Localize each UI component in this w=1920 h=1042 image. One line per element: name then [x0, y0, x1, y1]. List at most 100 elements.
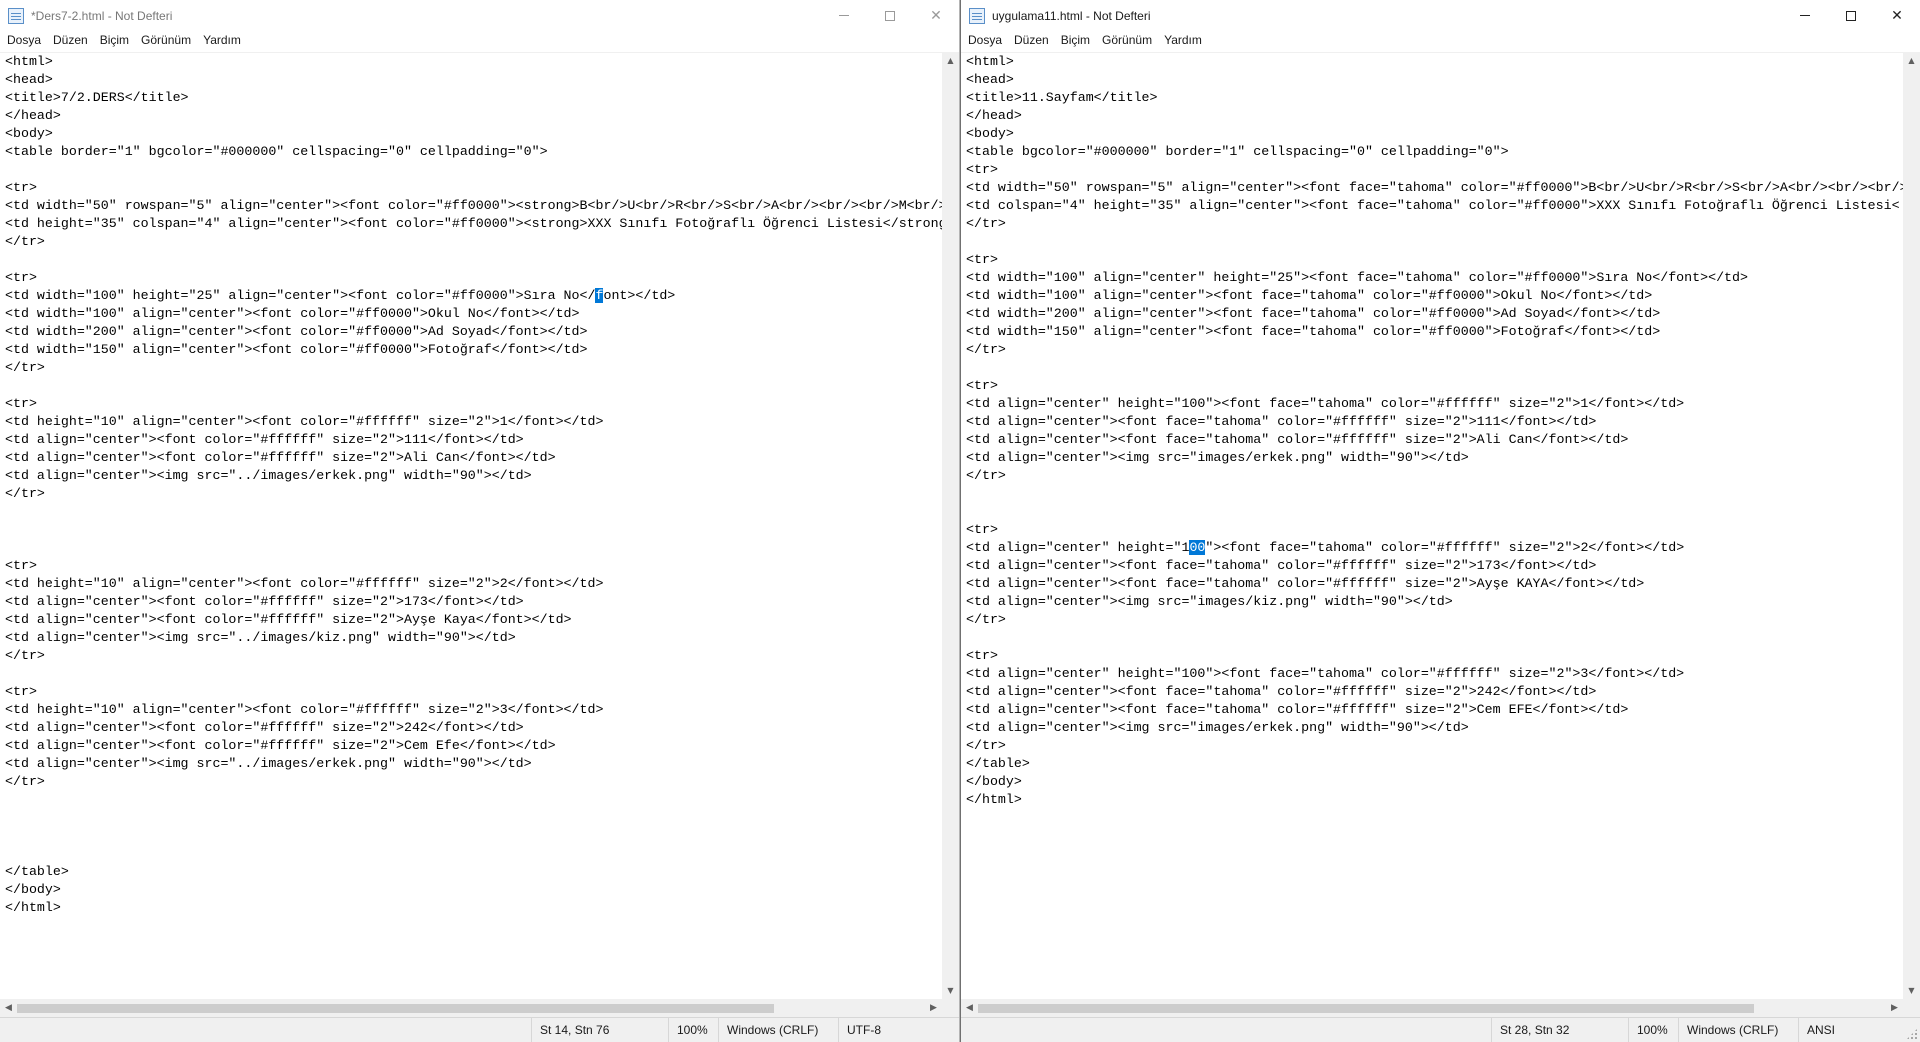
menu-file[interactable]: Dosya — [962, 31, 1008, 50]
menu-help[interactable]: Yardım — [1158, 31, 1208, 50]
text-editor[interactable]: <html> <head> <title>11.Sayfam</title> </he… — [961, 52, 1903, 999]
text-selection[interactable]: 00 — [1189, 540, 1206, 555]
editor-line[interactable]: <td align="center"><font color="#ffffff"… — [5, 611, 942, 629]
editor-line[interactable]: <td height="35" colspan="4" align="cente… — [5, 215, 942, 233]
editor-line[interactable]: <tr> — [5, 269, 942, 287]
menu-view[interactable]: Görünüm — [135, 31, 197, 50]
editor-line[interactable]: <tr> — [5, 557, 942, 575]
editor-line[interactable]: <td width="50" rowspan="5" align="center… — [5, 197, 942, 215]
minimize-button[interactable] — [821, 0, 867, 31]
editor-line[interactable]: <td align="center"><img src="images/erke… — [966, 719, 1903, 737]
editor-line[interactable]: <td width="50" rowspan="5" align="center… — [966, 179, 1903, 197]
editor-line[interactable]: <td align="center"><font face="tahoma" c… — [966, 683, 1903, 701]
editor-line[interactable] — [5, 377, 942, 395]
editor-line[interactable]: <td width="150" align="center"><font fac… — [966, 323, 1903, 341]
editor-line[interactable]: <table bgcolor="#000000" border="1" cell… — [966, 143, 1903, 161]
editor-line[interactable] — [5, 521, 942, 539]
vertical-scrollbar[interactable]: ▲ ▼ — [1903, 52, 1920, 999]
menu-edit[interactable]: Düzen — [47, 31, 94, 50]
editor-line[interactable]: <td align="center"><img src="../images/e… — [5, 755, 942, 773]
editor-line[interactable]: <td height="10" align="center"><font col… — [5, 575, 942, 593]
editor-line[interactable]: </body> — [5, 881, 942, 899]
editor-line[interactable]: <td align="center"><font color="#ffffff"… — [5, 431, 942, 449]
editor-line[interactable]: <tr> — [5, 395, 942, 413]
editor-line[interactable]: </tr> — [966, 341, 1903, 359]
editor-line[interactable]: </tr> — [5, 647, 942, 665]
editor-line[interactable]: <tr> — [5, 179, 942, 197]
editor-line[interactable] — [5, 161, 942, 179]
editor-line[interactable] — [5, 251, 942, 269]
editor-line[interactable]: <td width="100" align="center"><font col… — [5, 305, 942, 323]
editor-line[interactable] — [5, 665, 942, 683]
editor-line[interactable] — [5, 809, 942, 827]
editor-line[interactable]: <tr> — [5, 683, 942, 701]
editor-line[interactable]: <td height="10" align="center"><font col… — [5, 701, 942, 719]
editor-line[interactable]: <tr> — [966, 377, 1903, 395]
editor-line[interactable]: <td width="100" align="center" height="2… — [966, 269, 1903, 287]
scroll-down-icon[interactable]: ▼ — [1903, 982, 1920, 999]
text-editor[interactable]: <html> <head> <title>7/2.DERS</title> </hea… — [0, 52, 942, 999]
editor-line[interactable]: </tr> — [966, 737, 1903, 755]
editor-line[interactable]: <td align="center"><font face="tahoma" c… — [966, 413, 1903, 431]
editor-line[interactable]: <td align="center"><img src="images/erke… — [966, 449, 1903, 467]
editor-line[interactable]: </tr> — [5, 359, 942, 377]
menu-help[interactable]: Yardım — [197, 31, 247, 50]
menu-view[interactable]: Görünüm — [1096, 31, 1158, 50]
menu-file[interactable]: Dosya — [1, 31, 47, 50]
editor-line[interactable]: <td width="200" align="center"><font col… — [5, 323, 942, 341]
scroll-up-icon[interactable]: ▲ — [1903, 52, 1920, 69]
editor-line[interactable] — [5, 503, 942, 521]
scroll-up-icon[interactable]: ▲ — [942, 52, 959, 69]
editor-line[interactable]: </tr> — [966, 215, 1903, 233]
editor-line[interactable] — [966, 503, 1903, 521]
editor-line[interactable]: <head> — [5, 71, 942, 89]
editor-line[interactable]: <td colspan="4" height="35" align="cente… — [966, 197, 1903, 215]
editor-line[interactable] — [966, 629, 1903, 647]
editor-line[interactable]: <td align="center"><img src="images/kiz.… — [966, 593, 1903, 611]
horizontal-scrollbar[interactable]: ◀ ▶ — [0, 999, 942, 1017]
editor-line[interactable]: <head> — [966, 71, 1903, 89]
editor-line[interactable]: <td align="center"><font color="#ffffff"… — [5, 449, 942, 467]
editor-line[interactable]: </tr> — [5, 773, 942, 791]
menu-edit[interactable]: Düzen — [1008, 31, 1055, 50]
editor-line[interactable]: </table> — [5, 863, 942, 881]
editor-line[interactable]: </head> — [966, 107, 1903, 125]
title-bar[interactable]: *Ders7-2.html - Not Defteri ✕ — [0, 0, 959, 31]
menu-format[interactable]: Biçim — [1055, 31, 1096, 50]
editor-line[interactable]: <td align="center"><font color="#ffffff"… — [5, 737, 942, 755]
editor-line[interactable] — [966, 485, 1903, 503]
editor-line[interactable]: <td width="200" align="center"><font fac… — [966, 305, 1903, 323]
menu-format[interactable]: Biçim — [94, 31, 135, 50]
editor-line[interactable]: <tr> — [966, 251, 1903, 269]
editor-line[interactable]: <tr> — [966, 161, 1903, 179]
editor-line[interactable]: <td align="center" height="100"><font fa… — [966, 395, 1903, 413]
close-button[interactable]: ✕ — [913, 0, 959, 31]
editor-line[interactable] — [5, 845, 942, 863]
horizontal-scroll-thumb[interactable] — [978, 1004, 1754, 1013]
editor-line[interactable]: <html> — [966, 53, 1903, 71]
editor-line[interactable] — [5, 827, 942, 845]
editor-line[interactable] — [966, 233, 1903, 251]
editor-line[interactable] — [966, 359, 1903, 377]
editor-line[interactable]: </tr> — [966, 611, 1903, 629]
editor-line[interactable]: </html> — [966, 791, 1903, 809]
title-bar[interactable]: uygulama11.html - Not Defteri ✕ — [961, 0, 1920, 31]
close-button[interactable]: ✕ — [1874, 0, 1920, 31]
editor-line[interactable]: <td align="center"><font face="tahoma" c… — [966, 557, 1903, 575]
vertical-scrollbar[interactable]: ▲ ▼ — [942, 52, 959, 999]
editor-line[interactable]: <td width="100" align="center"><font fac… — [966, 287, 1903, 305]
editor-line[interactable]: <tr> — [966, 647, 1903, 665]
horizontal-scrollbar[interactable]: ◀ ▶ — [961, 999, 1903, 1017]
maximize-button[interactable] — [867, 0, 913, 31]
scroll-right-icon[interactable]: ▶ — [1886, 999, 1903, 1017]
editor-line[interactable]: <td height="10" align="center"><font col… — [5, 413, 942, 431]
editor-line[interactable]: <tr> — [966, 521, 1903, 539]
editor-line[interactable]: <table border="1" bgcolor="#000000" cell… — [5, 143, 942, 161]
editor-line[interactable]: <td align="center"><img src="../images/k… — [5, 629, 942, 647]
editor-line[interactable]: </body> — [966, 773, 1903, 791]
editor-line[interactable]: <body> — [5, 125, 942, 143]
editor-line[interactable] — [5, 791, 942, 809]
editor-line[interactable]: <title>11.Sayfam</title> — [966, 89, 1903, 107]
editor-text[interactable]: <html> <head> <title>11.Sayfam</title> </he… — [961, 53, 1903, 809]
editor-line[interactable]: <td width="100" height="25" align="cente… — [5, 287, 942, 305]
